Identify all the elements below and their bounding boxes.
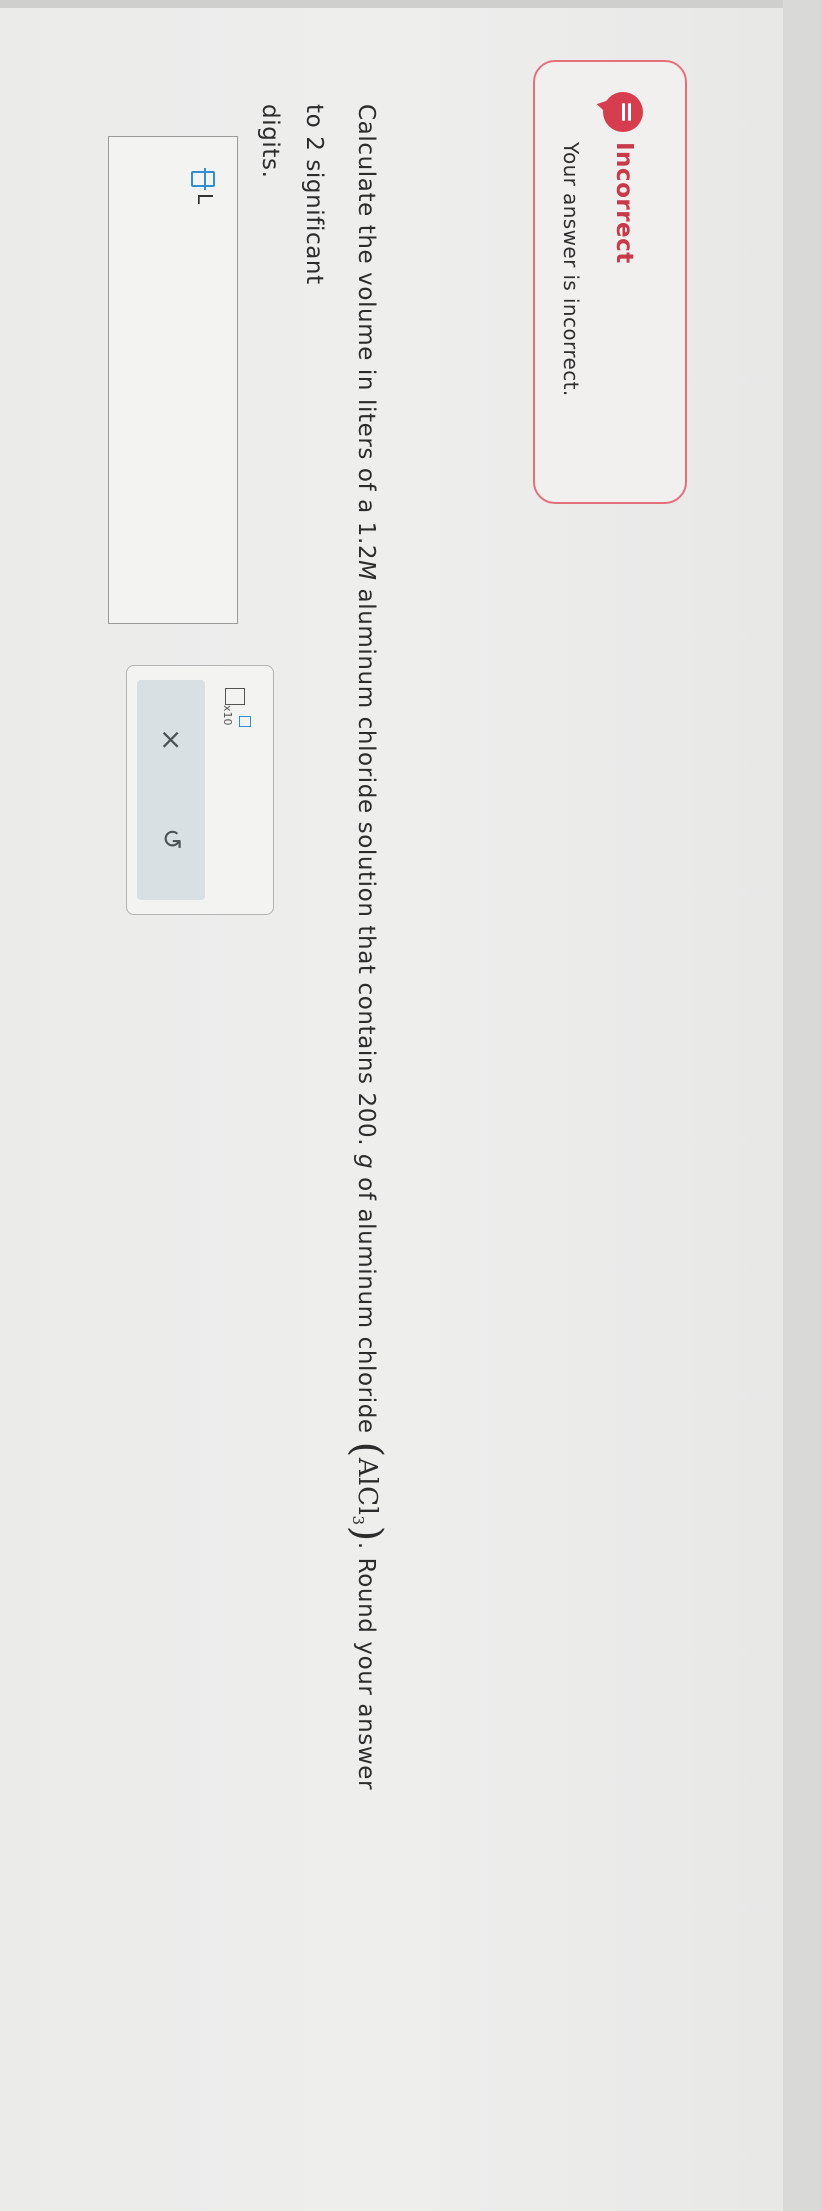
- palette-action-bar: × ↺: [137, 680, 205, 900]
- math-tool-palette: x10 × ↺: [126, 665, 274, 915]
- answer-input-box[interactable]: L: [108, 136, 238, 624]
- scientific-notation-button[interactable]: x10: [201, 688, 251, 768]
- feedback-card: Incorrect Your answer is incorrect.: [533, 60, 687, 504]
- feedback-message: Your answer is incorrect.: [559, 142, 583, 397]
- answer-input-slot[interactable]: [191, 171, 215, 187]
- question-part-1: Calculate the volume in liters of a 1.2: [353, 104, 379, 561]
- question-part-2: aluminum chloride solution that contains…: [353, 580, 379, 1155]
- formula-main: AlCl: [352, 1457, 382, 1516]
- question-text: Calculate the volume in liters of a 1.2M…: [248, 104, 390, 1804]
- molarity-unit: M: [353, 560, 379, 581]
- feedback-title: Incorrect: [611, 142, 637, 264]
- chat-bubble-icon: [603, 92, 643, 132]
- formula-subscript: 3: [349, 1515, 367, 1526]
- x10-label: x10: [221, 705, 234, 726]
- formula-open-paren: (: [344, 1441, 390, 1458]
- answer-unit-label: L: [193, 193, 217, 205]
- mass-unit: g: [353, 1154, 379, 1170]
- question-line-2: digits.: [257, 104, 283, 179]
- chemical-formula: (AlCl3): [344, 1442, 390, 1542]
- formula-close-paren: ): [344, 1525, 390, 1542]
- assignment-page: Incorrect Your answer is incorrect. Calc…: [0, 0, 821, 2211]
- undo-button[interactable]: ↺: [151, 828, 191, 850]
- clear-button[interactable]: ×: [151, 728, 191, 751]
- base-box-icon: [225, 688, 245, 705]
- question-part-3: of aluminum chloride: [353, 1169, 379, 1442]
- exponent-box-icon: [239, 716, 251, 727]
